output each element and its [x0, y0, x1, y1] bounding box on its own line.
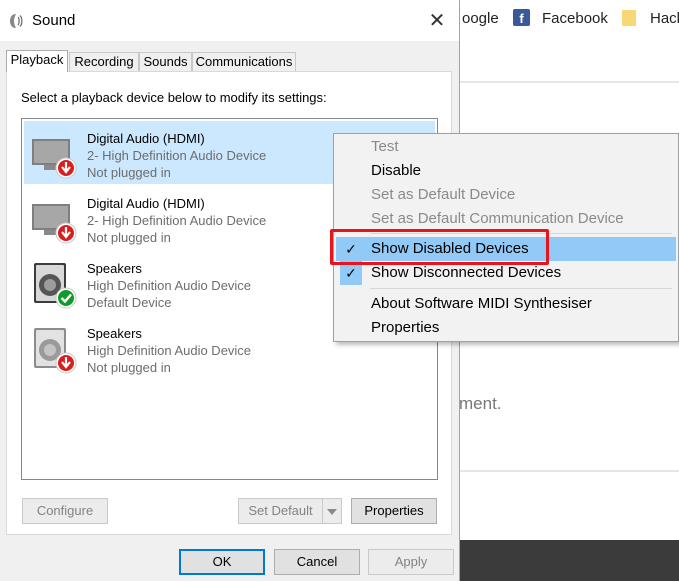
browser-divider: [460, 81, 679, 83]
device-description: High Definition Audio Device: [87, 278, 252, 293]
speaker-icon: [34, 263, 77, 309]
folder-icon: [622, 10, 636, 26]
configure-button[interactable]: Configure: [22, 498, 108, 524]
set-default-button[interactable]: Set Default: [238, 498, 323, 524]
menu-item-label: Test: [371, 138, 399, 155]
menu-item-about-midi-synthesiser[interactable]: About Software MIDI Synthesiser: [336, 292, 676, 316]
checkmark-icon: ✓: [340, 237, 362, 261]
apply-button[interactable]: Apply: [368, 549, 454, 575]
menu-item-label: Disable: [371, 162, 422, 179]
menu-item-properties[interactable]: Properties: [336, 316, 676, 340]
menu-item-set-default-device[interactable]: Set as Default Device: [336, 183, 676, 207]
close-icon: ✕: [428, 10, 446, 32]
bookmark-hack[interactable]: Hack: [650, 10, 679, 27]
device-description: 2- High Definition Audio Device: [87, 148, 267, 163]
menu-item-label: Properties: [371, 319, 440, 336]
tab-label: Communications: [195, 54, 293, 69]
checkmark-icon: ✓: [340, 261, 362, 285]
menu-item-test[interactable]: Test: [336, 135, 676, 159]
monitor-icon: [32, 139, 77, 179]
menu-item-disable[interactable]: Disable: [336, 159, 676, 183]
instruction-text: Select a playback device below to modify…: [21, 90, 327, 105]
device-description: High Definition Audio Device: [87, 343, 252, 358]
tab-label: Playback: [10, 52, 64, 67]
menu-item-label: Set as Default Communication Device: [371, 210, 624, 227]
device-name: Speakers: [87, 326, 142, 341]
menu-separator: [370, 233, 672, 234]
menu-item-label: Set as Default Device: [371, 186, 516, 203]
speaker-app-icon: [10, 14, 23, 28]
menu-item-set-default-communication-device[interactable]: Set as Default Communication Device: [336, 207, 676, 231]
device-status: Not plugged in: [87, 165, 171, 180]
ok-button[interactable]: OK: [179, 549, 265, 575]
title-bar[interactable]: Sound ✕: [0, 0, 459, 41]
device-status: Default Device: [87, 295, 172, 310]
context-menu: Test Disable Set as Default Device Set a…: [333, 133, 679, 342]
browser-page-text: ment.: [459, 394, 502, 413]
menu-item-label: About Software MIDI Synthesiser: [371, 295, 592, 312]
menu-item-show-disconnected-devices[interactable]: ✓ Show Disconnected Devices: [336, 261, 676, 285]
tab-playback[interactable]: Playback: [6, 50, 68, 72]
facebook-icon: f: [513, 9, 530, 26]
properties-button[interactable]: Properties: [351, 498, 437, 524]
device-name: Digital Audio (HDMI): [87, 196, 205, 211]
dialog-title: Sound: [32, 12, 76, 29]
bookmark-facebook[interactable]: Facebook: [542, 10, 608, 27]
browser-divider: [460, 470, 679, 472]
close-button[interactable]: ✕: [423, 8, 451, 34]
cancel-button[interactable]: Cancel: [274, 549, 360, 575]
tab-label: Recording: [74, 54, 134, 69]
tab-sounds[interactable]: Sounds: [139, 52, 192, 71]
tab-label: Sounds: [143, 54, 188, 69]
monitor-icon: [32, 204, 77, 244]
menu-separator: [370, 288, 672, 289]
menu-item-label: Show Disconnected Devices: [371, 264, 562, 281]
tab-recording[interactable]: Recording: [69, 52, 139, 71]
speaker-icon: [34, 328, 77, 374]
tab-communications[interactable]: Communications: [192, 52, 296, 71]
device-name: Digital Audio (HDMI): [87, 131, 205, 146]
device-status: Not plugged in: [87, 360, 171, 375]
bookmark-google[interactable]: oogle: [462, 10, 499, 27]
device-name: Speakers: [87, 261, 142, 276]
set-default-dropdown[interactable]: [322, 498, 342, 524]
device-status: Not plugged in: [87, 230, 171, 245]
browser-footer: [460, 540, 679, 581]
menu-item-show-disabled-devices[interactable]: ✓ Show Disabled Devices: [336, 237, 676, 261]
chevron-down-icon: [327, 509, 337, 515]
device-description: 2- High Definition Audio Device: [87, 213, 267, 228]
menu-item-label: Show Disabled Devices: [371, 240, 529, 257]
